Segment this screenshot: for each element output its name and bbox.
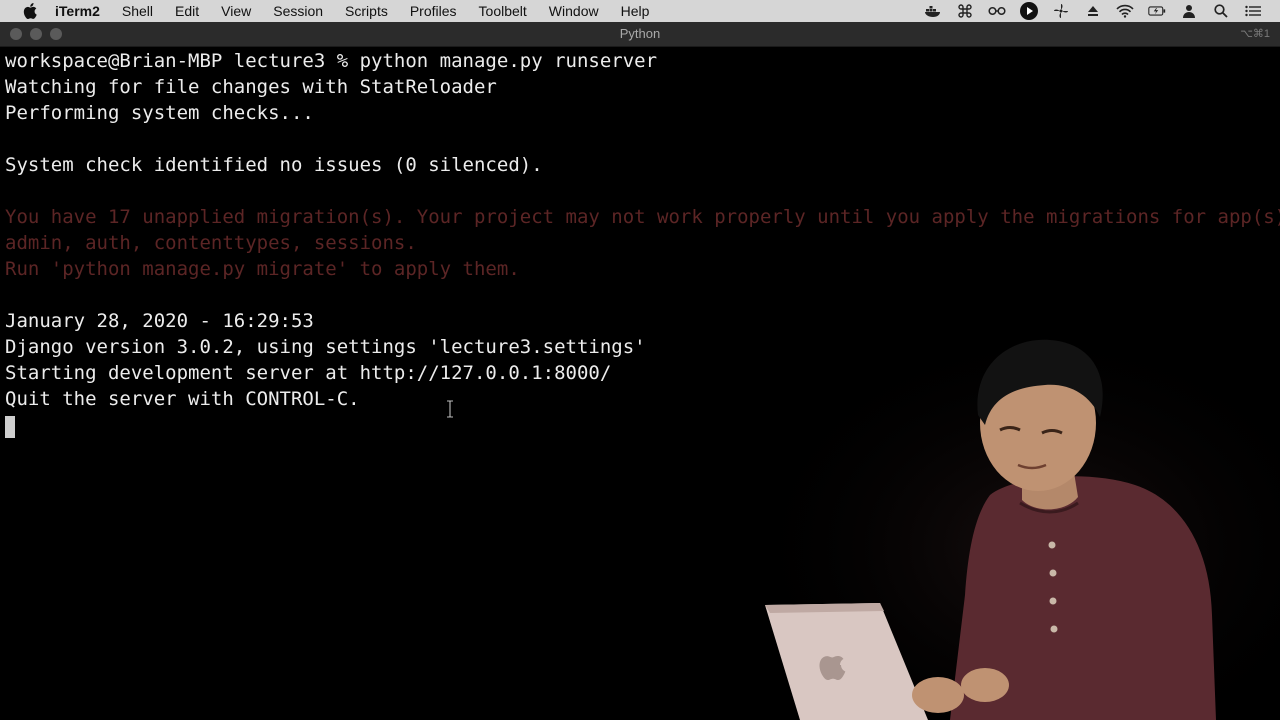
- menu-shell[interactable]: Shell: [122, 3, 153, 19]
- window-titlebar: Python ⌥⌘1: [0, 22, 1280, 47]
- terminal-warning-line: You have 17 unapplied migration(s). Your…: [5, 206, 1280, 228]
- menu-help[interactable]: Help: [621, 3, 650, 19]
- menu-profiles[interactable]: Profiles: [410, 3, 457, 19]
- user-icon[interactable]: [1180, 2, 1198, 20]
- play-icon[interactable]: [1020, 2, 1038, 20]
- window-shortcut: ⌥⌘1: [1240, 28, 1270, 40]
- docker-icon[interactable]: [924, 2, 942, 20]
- terminal-line: Performing system checks...: [5, 102, 314, 124]
- terminal-warning-line: Run 'python manage.py migrate' to apply …: [5, 258, 520, 280]
- presenter-video: [760, 335, 1280, 720]
- menu-scripts[interactable]: Scripts: [345, 3, 388, 19]
- menu-window[interactable]: Window: [549, 3, 599, 19]
- terminal-line: Watching for file changes with StatReloa…: [5, 76, 497, 98]
- eject-icon[interactable]: [1084, 2, 1102, 20]
- menu-toolbelt[interactable]: Toolbelt: [479, 3, 527, 19]
- search-icon[interactable]: [1212, 2, 1230, 20]
- status-area: [924, 0, 1262, 22]
- menu-view[interactable]: View: [221, 3, 251, 19]
- list-icon[interactable]: [1244, 2, 1262, 20]
- wifi-icon[interactable]: [1116, 2, 1134, 20]
- battery-icon[interactable]: [1148, 2, 1166, 20]
- menu-bar: iTerm2 Shell Edit View Session Scripts P…: [0, 0, 1280, 22]
- glasses-icon[interactable]: [988, 2, 1006, 20]
- menu-iterm2[interactable]: iTerm2: [55, 3, 100, 19]
- fan-icon[interactable]: [1052, 2, 1070, 20]
- command-icon[interactable]: [956, 2, 974, 20]
- apple-icon[interactable]: [21, 3, 39, 19]
- window-title: Python: [619, 26, 661, 41]
- terminal-command-line: workspace@Brian-MBP lecture3 % python ma…: [5, 50, 658, 72]
- terminal-line: January 28, 2020 - 16:29:53: [5, 310, 314, 332]
- terminal-line: System check identified no issues (0 sil…: [5, 154, 543, 176]
- terminal-cursor: [5, 415, 15, 438]
- text-cursor-icon: [447, 400, 453, 418]
- menu-session[interactable]: Session: [273, 3, 323, 19]
- terminal-warning-line: admin, auth, contenttypes, sessions.: [5, 232, 417, 254]
- menu-edit[interactable]: Edit: [175, 3, 199, 19]
